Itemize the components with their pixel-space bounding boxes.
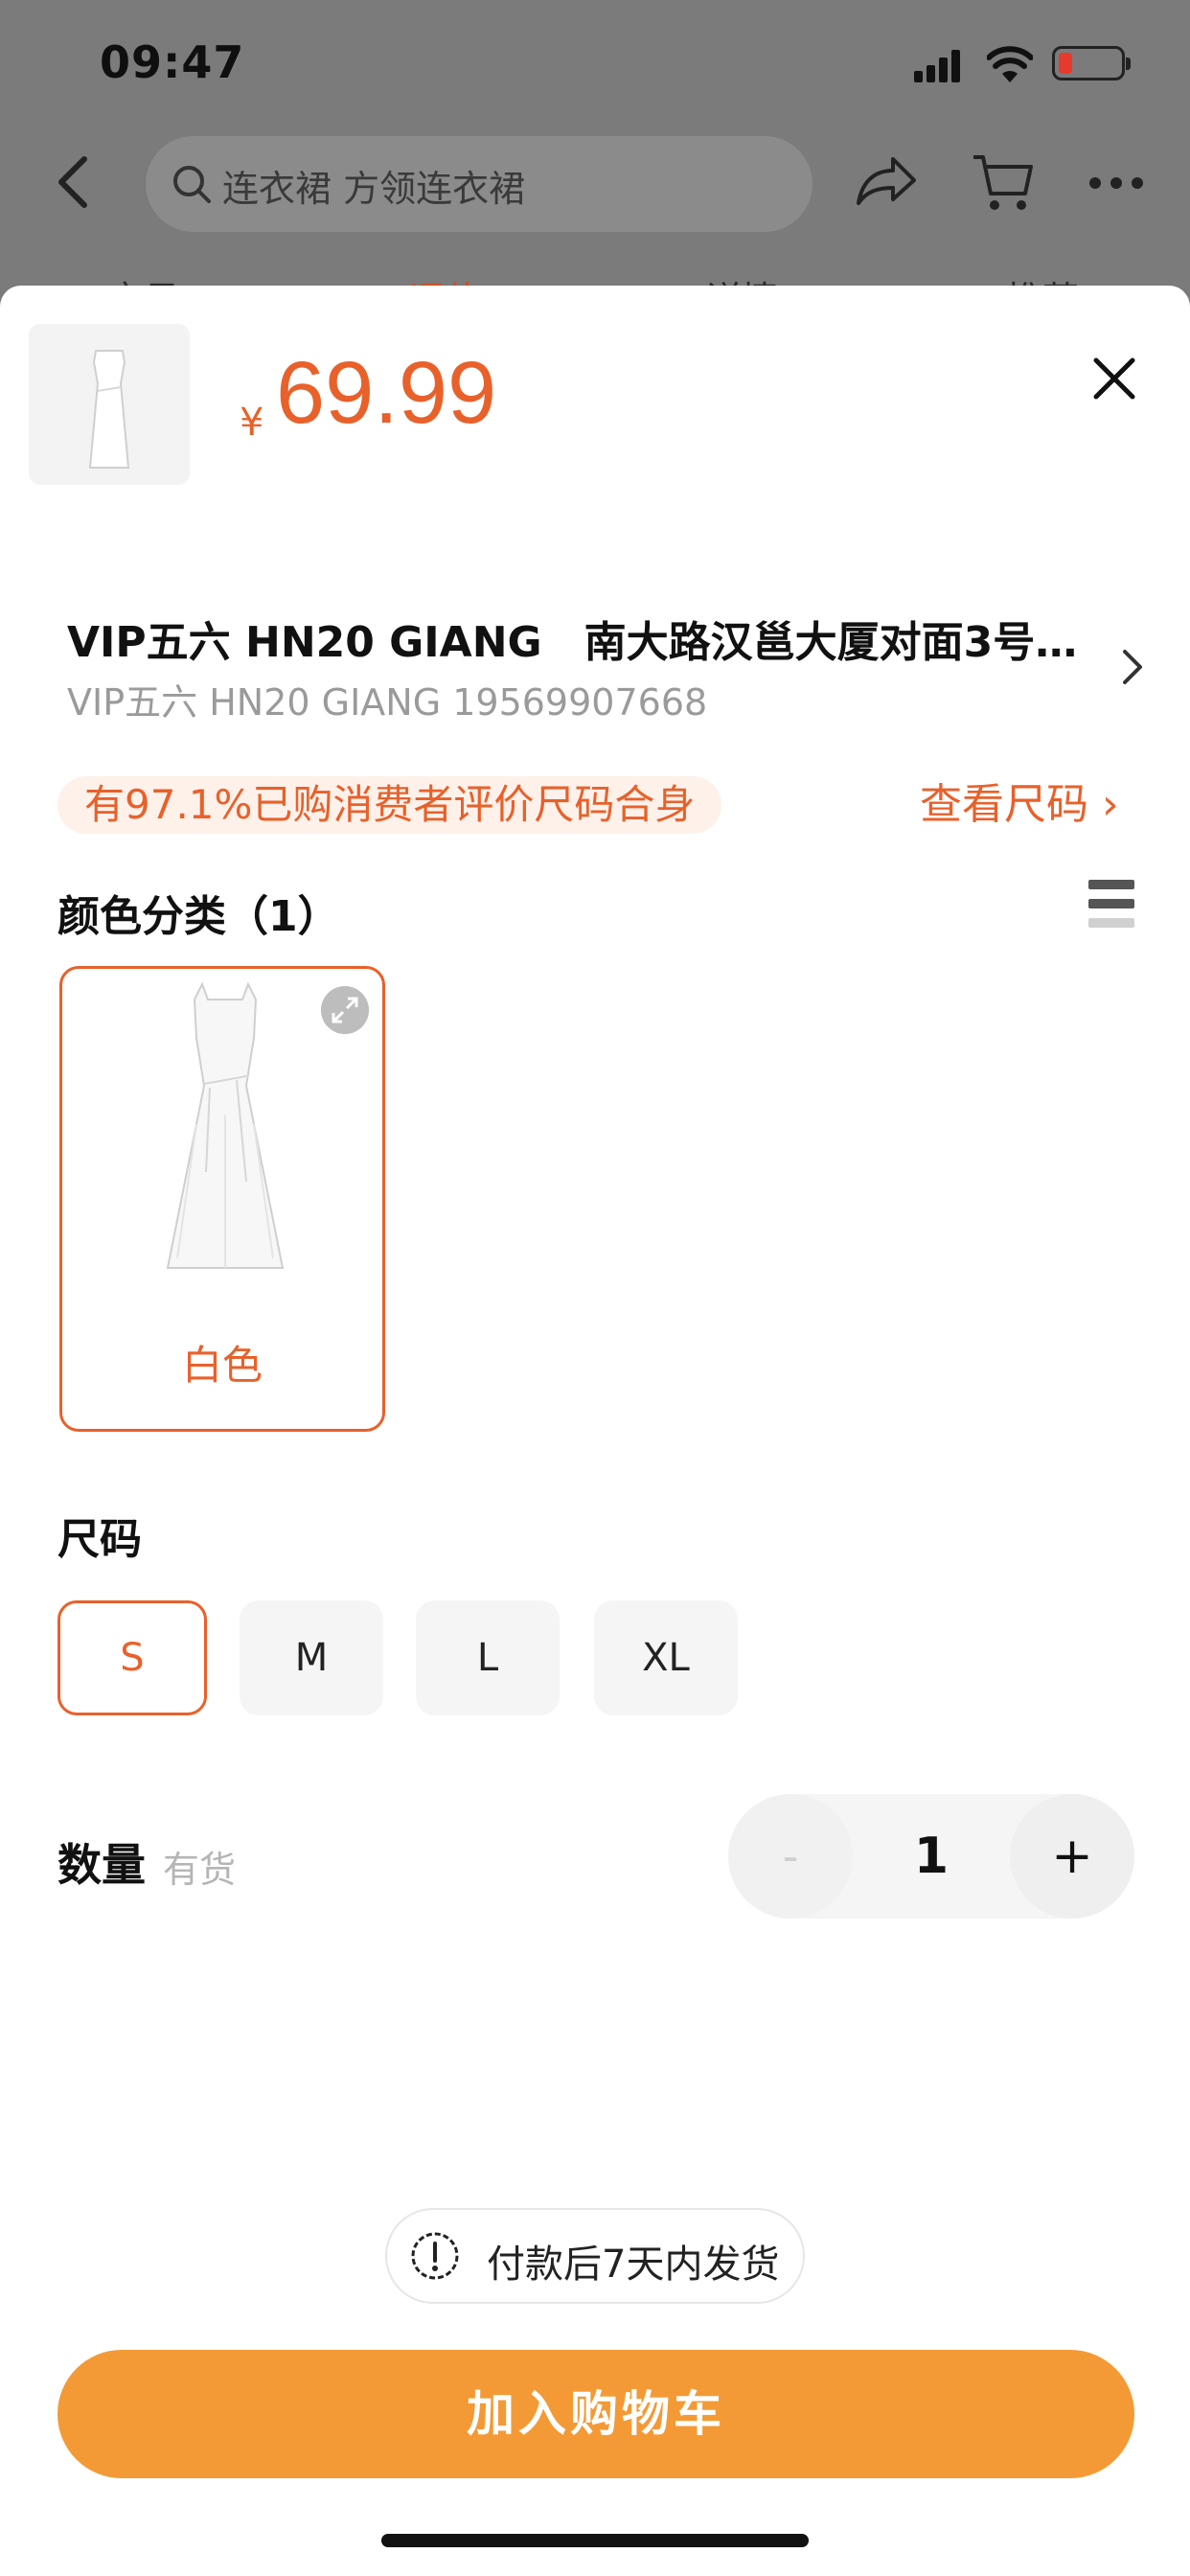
stock-status: 有货 <box>163 1849 237 1891</box>
size-option-m[interactable]: M <box>240 1600 383 1715</box>
color-option-label: 白色 <box>181 1342 263 1389</box>
size-option-l[interactable]: L <box>416 1600 560 1715</box>
search-placeholder: 连衣裙 方领连衣裙 <box>222 168 526 210</box>
size-fit-badge: 有97.1%已购消费者评价尺码合身 <box>57 776 722 834</box>
quantity-label: 数量 <box>57 1839 146 1891</box>
home-indicator[interactable] <box>381 2534 809 2547</box>
search-icon <box>173 166 211 203</box>
increment-button[interactable]: + <box>1010 1794 1134 1919</box>
chevron-right-icon[interactable] <box>1121 648 1144 686</box>
search-input[interactable]: 连衣裙 方领连衣裙 <box>146 136 812 232</box>
more-icon[interactable] <box>1088 176 1144 190</box>
status-time: 09:47 <box>100 36 245 88</box>
product-thumbnail[interactable] <box>29 324 190 485</box>
decrement-button[interactable]: - <box>728 1794 853 1919</box>
size-option-s[interactable]: S <box>57 1600 207 1715</box>
share-icon[interactable] <box>855 153 918 207</box>
address-subtitle: VIP五六 HN20 GIANG 19569907668 <box>67 681 708 724</box>
price: 69.99 <box>276 344 497 442</box>
quantity-value[interactable]: 1 <box>872 1794 991 1919</box>
dress-image <box>166 981 285 1269</box>
expand-icon[interactable] <box>321 986 369 1034</box>
background-page: 09:47 连衣裙 方领连衣裙 宝贝 评价 详情 推荐 <box>0 0 1190 321</box>
close-icon[interactable] <box>1088 353 1140 404</box>
size-section-title: 尺码 <box>57 1515 142 1564</box>
view-size-chart-link[interactable]: 查看尺码 › <box>920 776 1119 834</box>
add-to-cart-button[interactable]: 加入购物车 <box>57 2350 1134 2478</box>
battery-icon <box>1052 46 1131 80</box>
currency-symbol: ¥ <box>240 401 264 445</box>
cart-icon[interactable] <box>972 151 1035 215</box>
color-option-white[interactable]: 白色 <box>59 966 385 1432</box>
quantity-stepper: - 1 + <box>728 1794 1134 1919</box>
shipping-note: 付款后7天内发货 <box>385 2208 805 2304</box>
wifi-icon <box>987 46 1033 82</box>
shipping-note-text: 付款后7天内发货 <box>487 2242 780 2287</box>
address-title[interactable]: VIP五六 HN20 GIANG 南大路汉邕大厦对面3号… <box>67 608 1083 669</box>
info-icon <box>411 2232 459 2280</box>
signal-icon <box>914 50 964 82</box>
back-icon[interactable] <box>54 153 92 211</box>
color-section-title: 颜色分类（1） <box>57 892 340 941</box>
list-view-icon[interactable] <box>1088 880 1134 930</box>
size-option-xl[interactable]: XL <box>594 1600 738 1715</box>
sku-sheet: ¥ 69.99 VIP五六 HN20 GIANG 南大路汉邕大厦对面3号… VI… <box>0 286 1190 2576</box>
